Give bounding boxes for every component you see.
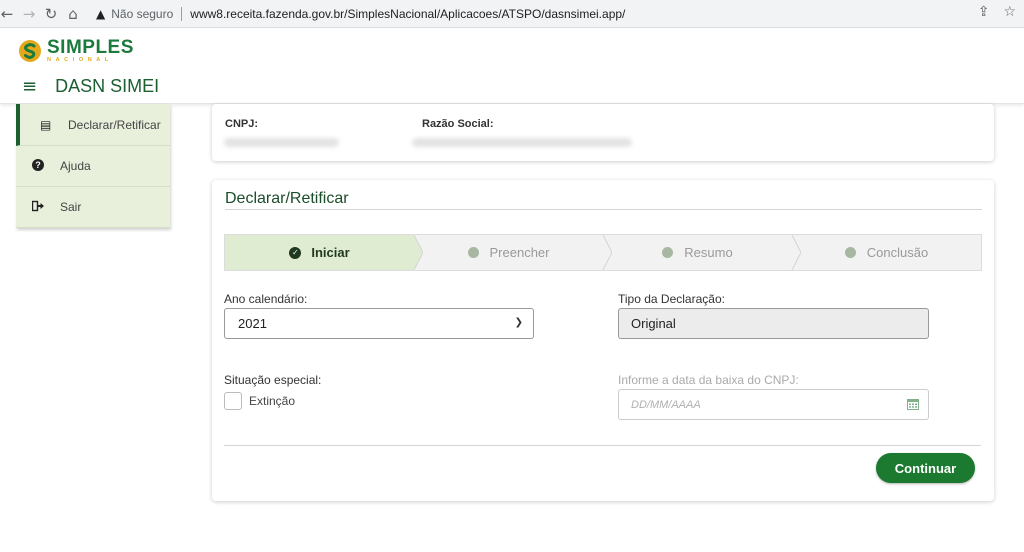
chevron-down-icon: ❯ bbox=[514, 317, 523, 328]
logo-main-text: SIMPLES bbox=[47, 37, 134, 59]
step-label: Conclusão bbox=[866, 245, 929, 260]
sign-out-icon bbox=[31, 200, 46, 215]
app-header: ≡ DASN SIMEI bbox=[0, 70, 1024, 104]
step-preencher[interactable]: Preencher bbox=[414, 235, 612, 270]
step-dot-icon bbox=[467, 247, 479, 258]
sidebar-item-ajuda[interactable]: ? Ajuda bbox=[16, 146, 170, 187]
ano-calendario-select[interactable]: 2021 ❯ bbox=[224, 308, 534, 339]
situacao-especial-label: Situação especial: bbox=[224, 373, 322, 387]
ano-calendario-value: 2021 bbox=[238, 316, 267, 331]
step-conclusao[interactable]: Conclusão bbox=[792, 235, 981, 270]
step-label: Preencher bbox=[489, 245, 550, 260]
url-divider bbox=[181, 7, 183, 21]
sidebar-item-declarar[interactable]: ▤ Declarar/Retificar bbox=[16, 104, 170, 146]
extincao-label[interactable]: Extinção bbox=[249, 394, 295, 408]
razao-social-label: Razão Social: bbox=[422, 118, 494, 130]
sidebar-item-sair[interactable]: Sair bbox=[16, 187, 170, 228]
page-title: DASN SIMEI bbox=[55, 76, 160, 96]
security-label: Não seguro bbox=[111, 7, 174, 21]
bookmark-star-icon[interactable]: ☆ bbox=[1003, 4, 1016, 20]
data-baixa-input[interactable]: DD/MM/AAAA bbox=[618, 389, 929, 420]
step-iniciar[interactable]: ✓ Iniciar bbox=[225, 235, 423, 270]
cnpj-value-redacted bbox=[224, 138, 339, 147]
tipo-declaracao-label: Tipo da Declaração: bbox=[618, 292, 725, 306]
form-title: Declarar/Retificar bbox=[225, 190, 349, 207]
back-icon[interactable]: ← bbox=[0, 3, 18, 25]
share-icon[interactable]: ⇪ bbox=[978, 4, 990, 20]
company-info-card: CNPJ: Razão Social: bbox=[212, 104, 994, 161]
sidebar: ▤ Declarar/Retificar ? Ajuda Sair bbox=[16, 104, 170, 228]
sidebar-item-label: Sair bbox=[60, 200, 82, 214]
continue-button[interactable]: Continuar bbox=[876, 453, 975, 483]
tipo-declaracao-value: Original bbox=[631, 316, 676, 331]
data-baixa-label: Informe a data da baixa do CNPJ: bbox=[618, 373, 799, 387]
address-bar[interactable]: ▲ Não seguro www8.receita.fazenda.gov.br… bbox=[96, 3, 996, 25]
form-divider bbox=[224, 445, 981, 446]
sidebar-item-label: Ajuda bbox=[60, 159, 91, 173]
document-icon: ▤ bbox=[40, 117, 52, 132]
warning-icon: ▲ bbox=[96, 7, 106, 21]
check-circle-icon: ✓ bbox=[289, 246, 302, 259]
sidebar-item-label: Declarar/Retificar bbox=[68, 117, 161, 132]
reload-icon[interactable]: ↻ bbox=[40, 3, 62, 25]
extincao-checkbox[interactable] bbox=[224, 392, 242, 410]
progress-stepper: ✓ Iniciar Preencher Resumo Conclusão bbox=[224, 234, 982, 271]
title-divider bbox=[225, 209, 982, 210]
logo-emblem-icon bbox=[19, 40, 41, 62]
declaration-form-card: Declarar/Retificar ✓ Iniciar Preencher R… bbox=[212, 180, 994, 501]
step-arrow-icon bbox=[405, 235, 423, 270]
calendar-icon[interactable] bbox=[907, 398, 919, 410]
step-resumo[interactable]: Resumo bbox=[603, 235, 801, 270]
tipo-declaracao-field: Original bbox=[618, 308, 929, 339]
forward-icon[interactable]: → bbox=[18, 3, 40, 25]
url-text: www8.receita.fazenda.gov.br/SimplesNacio… bbox=[190, 7, 626, 21]
simples-nacional-logo[interactable]: SIMPLES NACIONAL bbox=[18, 36, 134, 66]
step-arrow-icon bbox=[594, 235, 612, 270]
step-label: Resumo bbox=[684, 245, 733, 260]
home-icon[interactable]: ⌂ bbox=[62, 3, 84, 25]
ano-calendario-label: Ano calendário: bbox=[224, 292, 308, 306]
hamburger-menu-icon[interactable]: ≡ bbox=[22, 76, 37, 97]
svg-text:?: ? bbox=[35, 160, 41, 170]
step-arrow-icon bbox=[783, 235, 801, 270]
step-label: Iniciar bbox=[311, 245, 350, 260]
browser-toolbar: ← → ↻ ⌂ ▲ Não seguro www8.receita.fazend… bbox=[0, 0, 1024, 28]
cnpj-label: CNPJ: bbox=[225, 118, 259, 130]
razao-social-value-redacted bbox=[412, 138, 632, 147]
data-baixa-placeholder: DD/MM/AAAA bbox=[631, 398, 701, 411]
step-dot-icon bbox=[844, 247, 856, 258]
step-dot-icon bbox=[662, 247, 674, 258]
logo-sub-text: NACIONAL bbox=[47, 57, 113, 64]
question-circle-icon: ? bbox=[32, 158, 46, 174]
